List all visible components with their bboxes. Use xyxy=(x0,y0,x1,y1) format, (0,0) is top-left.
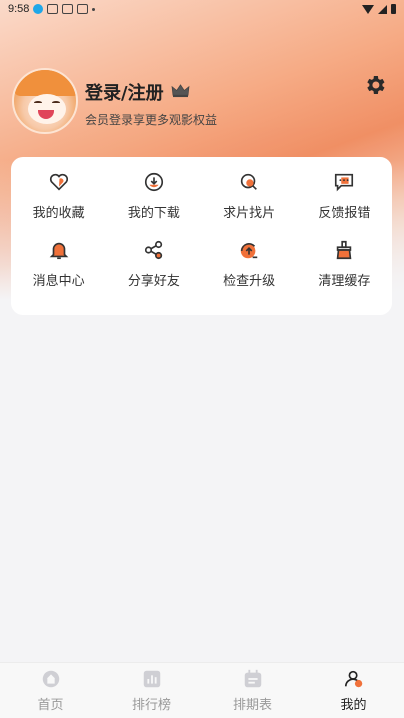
nav-label: 我的 xyxy=(340,698,367,713)
menu-item-check-update[interactable]: 检查升级 xyxy=(202,239,297,307)
signal-icon xyxy=(378,4,387,14)
notification-app-icon xyxy=(47,4,59,14)
menu-item-favorites[interactable]: 我的收藏 xyxy=(11,171,106,239)
heart-icon xyxy=(49,173,68,191)
member-benefits-text: 会员登录享更多观影权益 xyxy=(85,113,218,127)
crown-icon xyxy=(171,84,190,98)
nav-label: 排行榜 xyxy=(131,698,171,713)
menu-item-label: 我的收藏 xyxy=(32,206,85,221)
bell-icon xyxy=(49,242,68,260)
status-bar-left: 9:58 xyxy=(8,3,96,15)
broom-icon xyxy=(337,240,352,260)
status-time: 9:58 xyxy=(8,3,30,15)
nav-label: 排期表 xyxy=(232,698,272,713)
menu-item-label: 清理缓存 xyxy=(318,274,371,289)
calendar-icon xyxy=(244,669,261,688)
upgrade-icon xyxy=(240,243,258,259)
wifi-icon xyxy=(362,4,374,14)
feedback-icon xyxy=(335,173,354,192)
avatar-eye xyxy=(52,101,60,104)
nav-label: 首页 xyxy=(37,698,64,713)
share-icon xyxy=(144,240,163,260)
menu-item-label: 分享好友 xyxy=(127,274,180,289)
menu-item-label: 反馈报错 xyxy=(318,206,371,221)
status-bar: 9:58 xyxy=(0,0,404,18)
settings-gear-icon[interactable] xyxy=(363,73,387,97)
avatar-eye xyxy=(34,101,42,104)
avatar-face xyxy=(28,94,66,124)
status-bar-right xyxy=(362,4,396,14)
menu-item-clear-cache[interactable]: 清理缓存 xyxy=(297,239,392,307)
profile-icon xyxy=(344,670,362,688)
home-icon xyxy=(42,670,59,688)
nav-tab-home[interactable]: 首页 xyxy=(0,668,101,713)
notification-app-icon xyxy=(77,4,89,14)
nav-tab-ranking[interactable]: 排行榜 xyxy=(101,668,202,713)
search-film-icon xyxy=(240,173,258,190)
avatar[interactable] xyxy=(12,68,78,134)
bottom-nav: 首页 排行榜 排期表 我的 xyxy=(0,662,404,718)
ranking-icon xyxy=(143,670,160,688)
menu-item-label: 检查升级 xyxy=(223,274,276,289)
menu-item-messages[interactable]: 消息中心 xyxy=(11,239,106,307)
menu-item-label: 求片找片 xyxy=(223,206,276,221)
menu-item-downloads[interactable]: 我的下载 xyxy=(106,171,201,239)
menu-item-request-film[interactable]: 求片找片 xyxy=(202,171,297,239)
menu-item-share[interactable]: 分享好友 xyxy=(106,239,201,307)
menu-item-feedback[interactable]: 反馈报错 xyxy=(297,171,392,239)
download-icon xyxy=(144,172,163,192)
avatar-hair xyxy=(14,70,76,96)
menu-item-label: 消息中心 xyxy=(32,274,85,289)
nav-tab-schedule[interactable]: 排期表 xyxy=(202,668,303,713)
battery-icon xyxy=(391,4,396,14)
feature-menu-card: 我的收藏 我的下载 求片找片 反馈报错 消息中心 分享好友 检查升级 清理缓存 xyxy=(11,157,392,315)
menu-item-label: 我的下载 xyxy=(127,206,180,221)
login-register-link[interactable]: 登录/注册 xyxy=(85,79,164,105)
notification-app-icon xyxy=(33,4,44,14)
nav-tab-mine[interactable]: 我的 xyxy=(303,668,404,713)
notification-dot-icon xyxy=(92,7,96,11)
notification-app-icon xyxy=(62,4,74,14)
